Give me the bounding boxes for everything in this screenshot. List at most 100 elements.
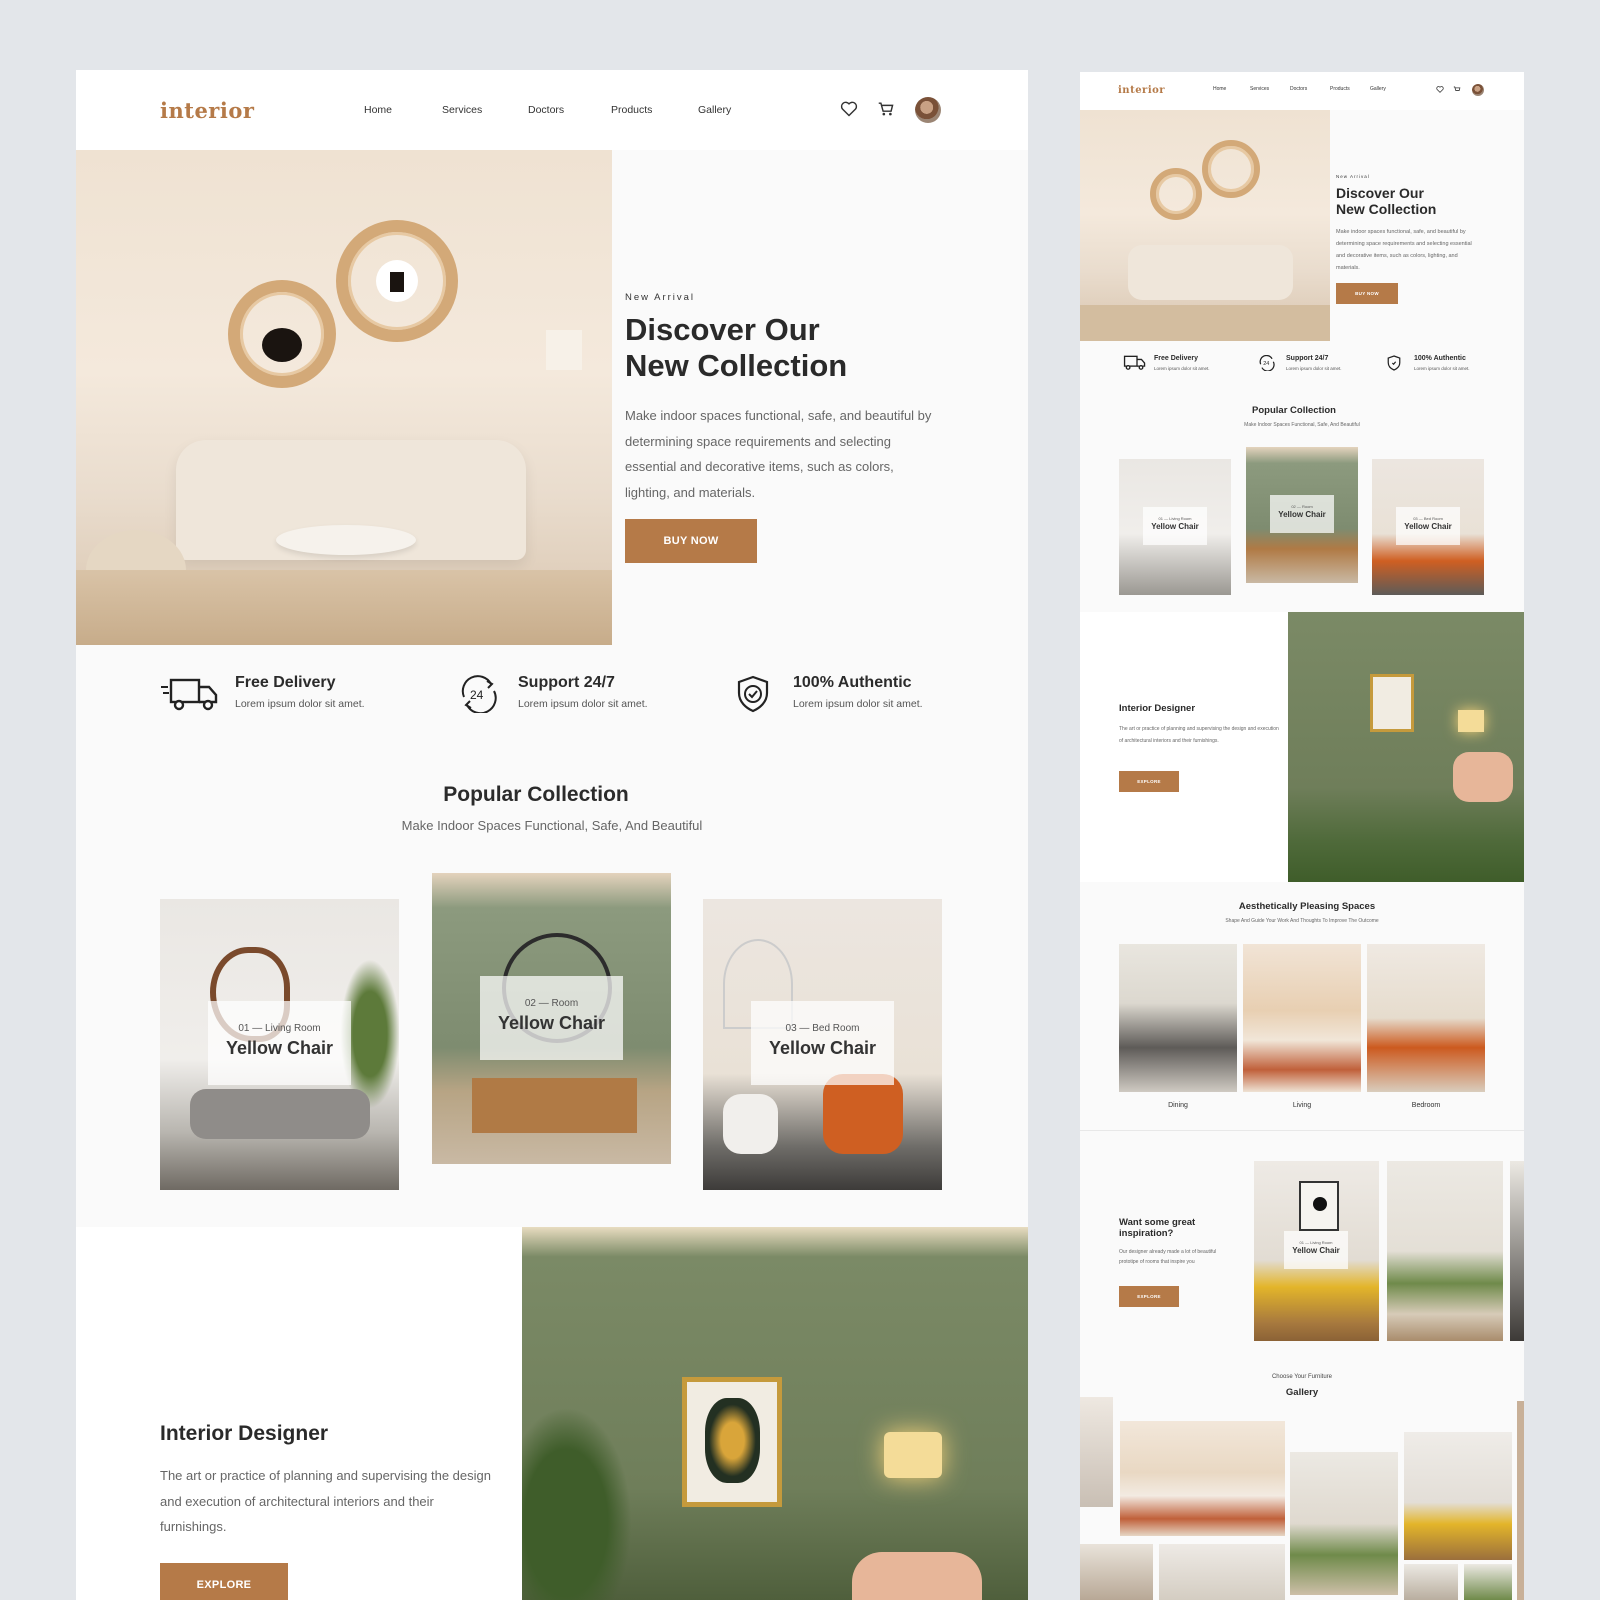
explore-button[interactable]: EXPLORE xyxy=(160,1563,288,1600)
hero-title-line1: Discover Our xyxy=(1336,185,1424,201)
card-room: Living Room xyxy=(1169,516,1192,521)
logo[interactable]: interior xyxy=(160,98,254,123)
room-image-bedroom[interactable] xyxy=(1367,944,1485,1092)
card-num: 02 xyxy=(524,998,536,1009)
cart-icon[interactable] xyxy=(1453,86,1461,93)
card-room: Room xyxy=(1302,504,1313,509)
card-label: 01 — Living Room Yellow Chair xyxy=(1143,507,1207,545)
card-room: Living Room xyxy=(265,1023,321,1034)
explore-button[interactable]: EXPLORE xyxy=(1119,771,1179,792)
hero-title-line2: New Collection xyxy=(625,347,848,383)
collection-card-2[interactable]: 02 — Room Yellow Chair xyxy=(432,873,671,1164)
inspiration-description: Our designer already made a lot of beaut… xyxy=(1119,1249,1217,1265)
card-room: Living Room xyxy=(1310,1240,1333,1245)
nav-products[interactable]: Products xyxy=(611,104,652,116)
nav-home[interactable]: Home xyxy=(364,104,392,116)
round-mirror xyxy=(1150,168,1202,220)
framed-art xyxy=(1370,674,1414,732)
card-num: 03 xyxy=(785,1023,797,1034)
card-label: 02 — Room Yellow Chair xyxy=(1270,495,1334,533)
nav-home[interactable]: Home xyxy=(1213,86,1226,92)
logo[interactable]: interior xyxy=(1118,85,1165,96)
avatar[interactable] xyxy=(1472,84,1484,96)
feature-sub-delivery: Lorem ipsum dolor sit amet. xyxy=(1154,366,1210,371)
room-image-living[interactable] xyxy=(1243,944,1361,1092)
popular-title: Popular Collection xyxy=(443,783,629,806)
lamp-shade xyxy=(1458,710,1484,732)
nav-services[interactable]: Services xyxy=(1250,86,1269,92)
nav-services[interactable]: Services xyxy=(442,104,482,116)
inspiration-explore-button[interactable]: EXPLORE xyxy=(1119,1286,1179,1307)
card-num: 02 xyxy=(1291,504,1296,509)
round-mirror xyxy=(228,280,336,388)
popular-subtitle: Make Indoor Spaces Functional, Safe, And… xyxy=(1244,422,1360,428)
hero-eyebrow: New Arrival xyxy=(625,292,696,303)
heart-icon[interactable] xyxy=(840,101,858,117)
lamp-shade xyxy=(884,1432,942,1478)
collection-card-1[interactable]: 01 — Living Room Yellow Chair xyxy=(160,899,399,1190)
nav-products[interactable]: Products xyxy=(1330,86,1350,92)
top-nav-small: interior Home Services Doctors Products … xyxy=(1080,72,1524,110)
pink-armchair xyxy=(1453,752,1513,802)
designer-title: Interior Designer xyxy=(160,1422,329,1445)
gallery-image[interactable] xyxy=(1404,1432,1512,1560)
framed-art xyxy=(1299,1181,1339,1231)
card-num: 01 xyxy=(238,1023,250,1034)
card-room: Bed Room xyxy=(812,1023,860,1034)
collection-card-1[interactable]: 01 — Living Room Yellow Chair xyxy=(1119,459,1231,595)
aesthetic-subtitle: Shape And Guide Your Work And Thoughts T… xyxy=(1225,918,1379,924)
gallery-image[interactable] xyxy=(1290,1452,1398,1595)
designer-image xyxy=(1288,612,1524,882)
gallery-image[interactable] xyxy=(1080,1397,1113,1507)
inspiration-card-3[interactable] xyxy=(1510,1161,1524,1341)
feature-sub-authentic: Lorem ipsum dolor sit amet. xyxy=(1414,366,1470,371)
collection-card-2[interactable]: 02 — Room Yellow Chair xyxy=(1246,447,1358,583)
gallery-image[interactable] xyxy=(1159,1544,1285,1600)
nav-gallery[interactable]: Gallery xyxy=(1370,86,1386,92)
feature-title-delivery: Free Delivery xyxy=(1154,355,1198,362)
gallery-image[interactable] xyxy=(1517,1401,1524,1600)
popular-title: Popular Collection xyxy=(1252,405,1336,416)
pink-armchair xyxy=(852,1552,982,1600)
buy-now-button[interactable]: BUY NOW xyxy=(1336,283,1398,304)
avatar[interactable] xyxy=(915,97,941,123)
rug xyxy=(1080,305,1330,341)
feature-sub-delivery: Lorem ipsum dolor sit amet. xyxy=(235,698,365,710)
hero-image xyxy=(76,150,612,645)
designer-title: Interior Designer xyxy=(1119,703,1196,714)
feature-title-authentic: 100% Authentic xyxy=(1414,355,1466,362)
gallery-image[interactable] xyxy=(1404,1564,1458,1600)
room-image-dining[interactable] xyxy=(1119,944,1237,1092)
inspiration-card-2[interactable] xyxy=(1387,1161,1503,1341)
floor-lamp xyxy=(546,330,582,370)
gallery-image[interactable] xyxy=(1120,1421,1285,1536)
hero-title-line2: New Collection xyxy=(1336,201,1437,218)
feature-title-authentic: 100% Authentic xyxy=(793,674,912,691)
inspiration-card-1[interactable]: 01 — Living Room Yellow Chair xyxy=(1254,1161,1379,1341)
heart-icon[interactable] xyxy=(1436,86,1444,93)
designer-image xyxy=(522,1227,1028,1600)
card-num: 01 xyxy=(1299,1240,1304,1245)
rug xyxy=(76,570,612,645)
gallery-image[interactable] xyxy=(1464,1564,1512,1600)
hero-description: Make indoor spaces functional, safe, and… xyxy=(625,408,932,500)
gallery-image[interactable] xyxy=(1080,1544,1153,1600)
cart-icon[interactable] xyxy=(877,101,895,117)
shield-check-icon xyxy=(737,675,769,713)
nav-doctors[interactable]: Doctors xyxy=(528,104,564,116)
designer-description: The art or practice of planning and supe… xyxy=(160,1468,491,1534)
nav-gallery[interactable]: Gallery xyxy=(698,104,731,116)
card-num: 03 xyxy=(1413,516,1418,521)
inspiration-title-line2: inspiration? xyxy=(1119,1228,1174,1240)
divider xyxy=(1080,1130,1524,1131)
nav-doctors[interactable]: Doctors xyxy=(1290,86,1307,92)
collection-card-3[interactable]: 03 — Bed Room Yellow Chair xyxy=(1372,459,1484,595)
hero-eyebrow: New Arrival xyxy=(1336,174,1370,179)
collection-card-3[interactable]: 03 — Bed Room Yellow Chair xyxy=(703,899,942,1190)
room-label-bedroom: Bedroom xyxy=(1411,1102,1441,1109)
card-name: Yellow Chair xyxy=(1278,510,1326,519)
plant xyxy=(522,1407,632,1600)
round-mirror xyxy=(336,220,458,342)
buy-now-button[interactable]: BUY NOW xyxy=(625,519,757,563)
card-label: 01 — Living Room Yellow Chair xyxy=(208,1001,351,1085)
